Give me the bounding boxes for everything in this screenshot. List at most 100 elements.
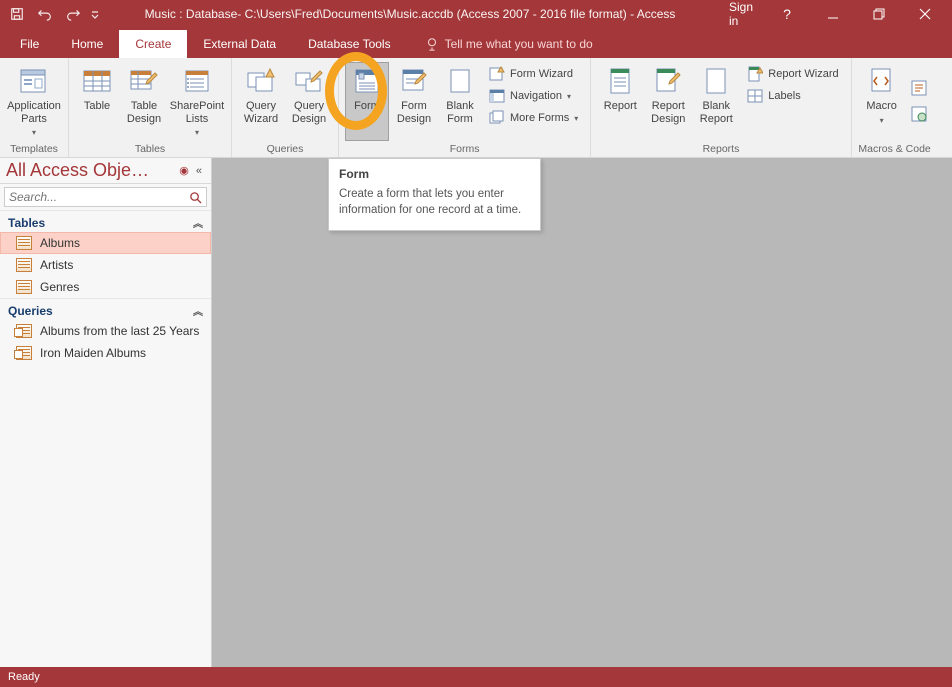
table-label: Table [84, 100, 110, 113]
tab-home[interactable]: Home [55, 30, 119, 58]
status-text: Ready [8, 671, 40, 683]
nav-item-albums-25y[interactable]: Albums from the last 25 Years [0, 320, 211, 342]
ribbon: ApplicationParts ▾ Templates Table Table… [0, 58, 952, 158]
blank-form-label: BlankForm [446, 100, 474, 125]
application-parts-icon [18, 65, 50, 97]
report-design-icon [652, 65, 684, 97]
query-wizard-label: QueryWizard [244, 100, 278, 125]
nav-collapse-button[interactable]: « [193, 165, 205, 177]
window-title: Music : Database- C:\Users\Fred\Document… [102, 7, 718, 21]
tooltip-body: Create a form that lets you enter inform… [339, 187, 530, 218]
table-object-icon [16, 258, 32, 272]
table-object-icon [16, 236, 32, 250]
tooltip-title: Form [339, 167, 530, 181]
table-object-icon [16, 280, 32, 294]
report-button[interactable]: Report [597, 62, 643, 141]
nav-item-label: Genres [40, 280, 79, 294]
group-tables-label: Tables [135, 141, 165, 155]
form-wizard-label: Form Wizard [510, 68, 573, 80]
form-wizard-icon [489, 66, 505, 82]
more-forms-label: More Forms [510, 112, 569, 124]
nav-item-albums[interactable]: Albums [0, 232, 211, 254]
collapse-icon[interactable]: ︽ [193, 215, 203, 230]
search-icon[interactable] [185, 191, 206, 204]
group-forms: Form FormDesign BlankForm Form Wizard [339, 58, 591, 157]
navigation-button[interactable]: Navigation ▾ [485, 86, 582, 106]
nav-title[interactable]: All Access Obje… [6, 160, 175, 181]
nav-group-tables[interactable]: Tables ︽ [0, 210, 211, 232]
form-tooltip: Form Create a form that lets you enter i… [328, 158, 541, 231]
sign-in-button[interactable]: Sign in [718, 0, 764, 28]
nav-item-iron-maiden[interactable]: Iron Maiden Albums [0, 342, 211, 364]
tab-file[interactable]: File [4, 30, 55, 58]
nav-item-label: Iron Maiden Albums [40, 346, 146, 360]
class-module-icon[interactable] [910, 105, 930, 125]
report-design-label: ReportDesign [651, 100, 685, 125]
navigation-pane: All Access Obje… ◉ « Tables ︽ Albums Art… [0, 158, 212, 667]
form-button[interactable]: Form [345, 62, 389, 141]
search-input[interactable] [5, 188, 185, 206]
chevron-down-icon: ▾ [574, 114, 578, 123]
tab-external-data[interactable]: External Data [187, 30, 292, 58]
macro-label: Macro [866, 100, 897, 113]
tab-database-tools[interactable]: Database Tools [292, 30, 407, 58]
tab-create[interactable]: Create [119, 30, 187, 58]
module-icon[interactable] [910, 79, 930, 99]
report-wizard-label: Report Wizard [768, 68, 838, 80]
help-button[interactable]: ? [764, 0, 810, 28]
undo-button[interactable] [32, 2, 58, 26]
table-design-button[interactable]: TableDesign [121, 62, 167, 141]
more-forms-icon [489, 110, 505, 126]
nav-header: All Access Obje… ◉ « [0, 158, 211, 184]
nav-group-queries-label: Queries [8, 304, 53, 318]
chevron-down-icon: ▾ [32, 128, 36, 137]
minimize-button[interactable] [810, 0, 856, 28]
qat-customize-button[interactable] [88, 2, 102, 26]
group-templates-label: Templates [10, 141, 58, 155]
report-wizard-button[interactable]: Report Wizard [743, 64, 842, 84]
more-forms-button[interactable]: More Forms ▾ [485, 108, 582, 128]
group-reports: Report ReportDesign BlankReport Report W… [591, 58, 851, 157]
document-canvas [212, 158, 952, 667]
form-design-button[interactable]: FormDesign [391, 62, 437, 141]
query-object-icon [16, 346, 32, 360]
nav-item-label: Albums [40, 236, 80, 250]
report-icon [604, 65, 636, 97]
nav-group-queries[interactable]: Queries ︽ [0, 298, 211, 320]
chevron-down-icon: ▾ [880, 116, 884, 125]
sharepoint-lists-icon [181, 65, 213, 97]
form-wizard-button[interactable]: Form Wizard [485, 64, 582, 84]
tell-me-search[interactable]: Tell me what you want to do [407, 37, 599, 58]
form-icon [351, 65, 383, 97]
group-macros: Macro ▾ Macros & Code [852, 58, 938, 157]
close-button[interactable] [902, 0, 948, 28]
report-design-button[interactable]: ReportDesign [645, 62, 691, 141]
application-parts-label: ApplicationParts [7, 100, 61, 125]
nav-filter-dropdown[interactable]: ◉ [175, 164, 193, 177]
form-design-icon [398, 65, 430, 97]
query-wizard-icon [245, 65, 277, 97]
blank-form-icon [444, 65, 476, 97]
table-button[interactable]: Table [75, 62, 119, 141]
chevron-down-icon: ▾ [567, 92, 571, 101]
labels-label: Labels [768, 90, 800, 102]
report-label: Report [604, 100, 637, 113]
query-design-icon [293, 65, 325, 97]
redo-button[interactable] [60, 2, 86, 26]
nav-item-genres[interactable]: Genres [0, 276, 211, 298]
nav-item-artists[interactable]: Artists [0, 254, 211, 276]
restore-button[interactable] [856, 0, 902, 28]
table-design-icon [128, 65, 160, 97]
blank-form-button[interactable]: BlankForm [439, 62, 481, 141]
query-wizard-button[interactable]: QueryWizard [238, 62, 284, 141]
query-design-button[interactable]: QueryDesign [286, 62, 332, 141]
collapse-icon[interactable]: ︽ [193, 303, 203, 318]
application-parts-button[interactable]: ApplicationParts ▾ [6, 62, 62, 141]
macro-button[interactable]: Macro ▾ [858, 62, 906, 141]
group-reports-label: Reports [703, 141, 740, 155]
save-button[interactable] [4, 2, 30, 26]
labels-button[interactable]: Labels [743, 86, 842, 106]
tell-me-label: Tell me what you want to do [445, 37, 593, 51]
sharepoint-lists-button[interactable]: SharePointLists ▾ [169, 62, 225, 141]
blank-report-button[interactable]: BlankReport [693, 62, 739, 141]
